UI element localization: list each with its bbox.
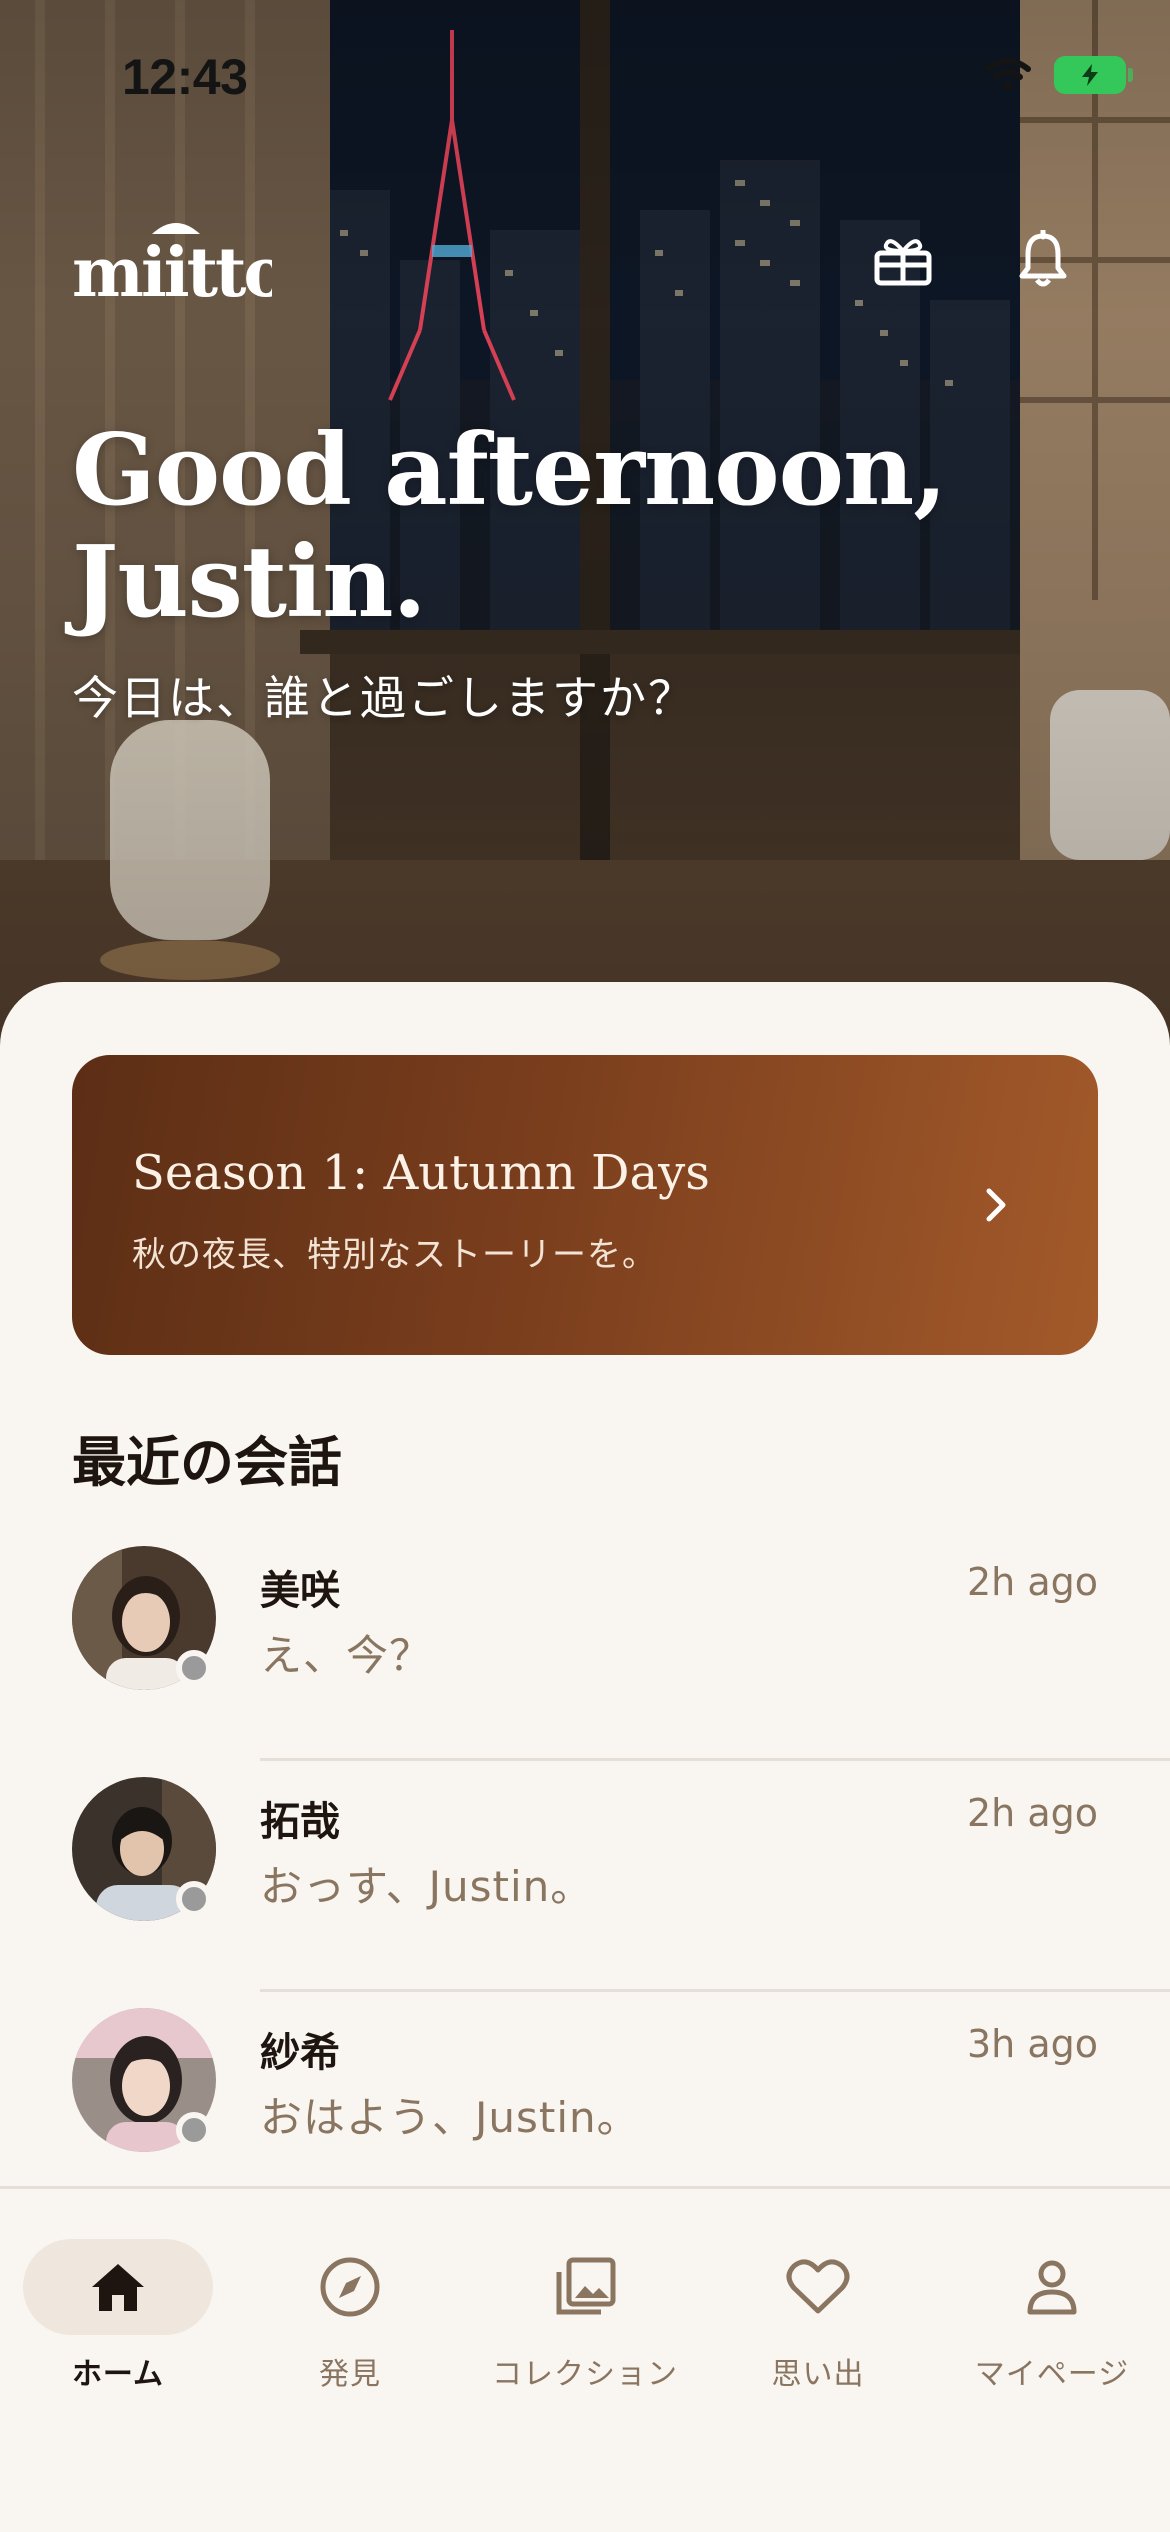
svg-text:miitto: miitto	[72, 233, 272, 308]
conversation-row[interactable]: 拓哉 おっす、Justin。 2h ago	[0, 1761, 1170, 1992]
season-banner[interactable]: Season 1: Autumn Days 秋の夜長、特別なストーリーを。	[72, 1055, 1098, 1355]
tab-label: 思い出	[771, 2357, 865, 2392]
conversation-row[interactable]: 美咲 え、今？ 2h ago	[0, 1530, 1170, 1761]
compass-icon	[255, 2239, 445, 2335]
miitto-logo: miitto	[72, 223, 272, 308]
notifications-button[interactable]	[1010, 226, 1076, 292]
conversation-message: おはよう、Justin。	[260, 2093, 640, 2142]
status-icons	[984, 56, 1133, 94]
tab-memories[interactable]: 思い出	[708, 2239, 928, 2409]
heart-icon	[723, 2239, 913, 2335]
tab-home[interactable]: ホーム	[8, 2239, 228, 2409]
presence-indicator	[176, 1650, 212, 1686]
tab-collection[interactable]: コレクション	[475, 2239, 695, 2409]
bell-icon	[1019, 230, 1067, 287]
presence-indicator	[176, 2112, 212, 2148]
battery-icon	[1054, 56, 1133, 94]
recent-conversations-title: 最近の会話	[72, 1430, 342, 1494]
status-time: 12:43	[122, 49, 248, 105]
home-icon	[23, 2239, 213, 2335]
presence-indicator	[176, 1881, 212, 1917]
conversation-name: 拓哉	[260, 1799, 340, 1845]
tab-label: コレクション	[492, 2357, 678, 2392]
conversation-message: おっす、Justin。	[260, 1862, 594, 1911]
greeting-title: Good afternoon, Justin.	[72, 413, 947, 640]
conversation-name: 紗希	[260, 2030, 340, 2076]
season-subtitle: 秋の夜長、特別なストーリーを。	[132, 1235, 657, 1275]
season-title: Season 1: Autumn Days	[132, 1145, 710, 1201]
conversation-time: 2h ago	[967, 1560, 1098, 1604]
wifi-icon	[985, 58, 1031, 91]
person-icon	[957, 2239, 1147, 2335]
charging-bolt-icon	[1082, 64, 1098, 86]
tab-label: 発見	[319, 2357, 381, 2392]
gift-button[interactable]	[870, 226, 936, 292]
conversation-message: え、今？	[260, 1631, 433, 1680]
tab-label: ホーム	[71, 2357, 165, 2392]
tab-label: マイページ	[974, 2357, 1130, 2392]
gallery-icon	[490, 2239, 680, 2335]
tab-my-page[interactable]: マイページ	[942, 2239, 1162, 2409]
greeting-subtitle: 今日は、誰と過ごしますか？	[72, 671, 696, 725]
gift-icon	[874, 239, 932, 286]
conversation-name: 美咲	[260, 1568, 340, 1614]
chevron-right-icon	[966, 1175, 1026, 1235]
conversation-time: 2h ago	[967, 1791, 1098, 1835]
tab-discover[interactable]: 発見	[240, 2239, 460, 2409]
tab-bar: ホーム 発見 コレクション 思い出 マイページ	[0, 2186, 1170, 2532]
conversation-time: 3h ago	[967, 2022, 1098, 2066]
